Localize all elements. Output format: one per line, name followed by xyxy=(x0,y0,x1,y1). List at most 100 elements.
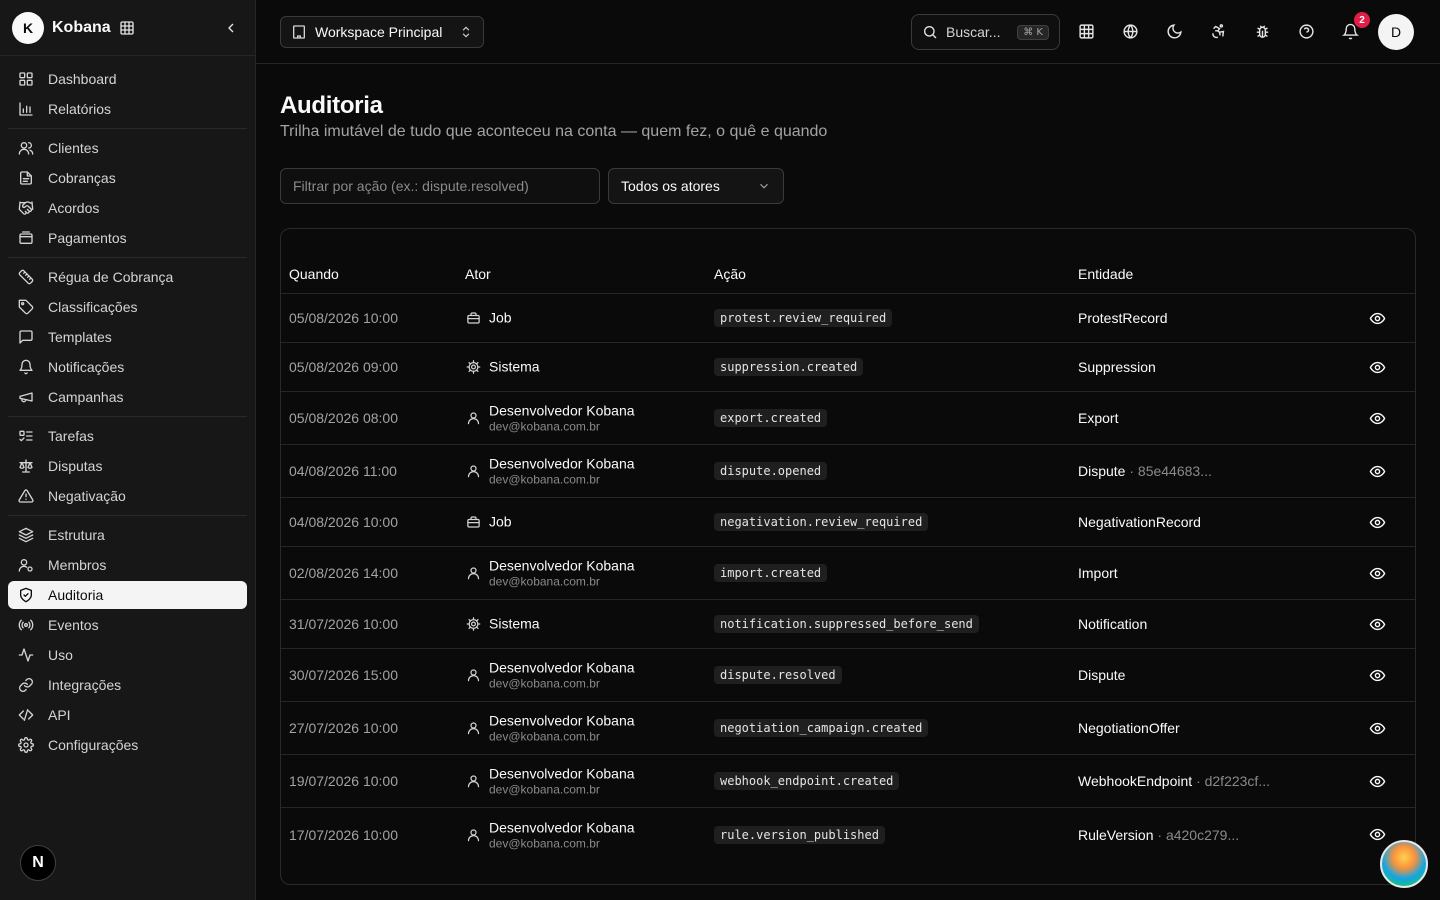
entity-name: WebhookEndpoint xyxy=(1078,773,1193,789)
page-title: Auditoria xyxy=(280,92,383,119)
collapse-sidebar-icon[interactable] xyxy=(219,16,243,40)
actor-email: dev@kobana.com.br xyxy=(489,574,600,589)
sidebar-item-relatorios[interactable]: Relatórios xyxy=(8,95,247,123)
sidebar-item-dashboard[interactable]: Dashboard xyxy=(8,65,247,93)
eye-icon[interactable] xyxy=(1368,666,1386,684)
sidebar-item-disputas[interactable]: Disputas xyxy=(8,452,247,480)
sidebar-item-eventos[interactable]: Eventos xyxy=(8,611,247,639)
table-row[interactable]: 02/08/2026 14:00 Desenvolvedor Kobana dev@… xyxy=(281,547,1415,600)
sidebar-item-configuracoes[interactable]: Configurações xyxy=(8,731,247,759)
actor-name: Job xyxy=(489,513,512,530)
user-avatar[interactable]: D xyxy=(1378,14,1414,50)
globe-icon[interactable] xyxy=(1121,22,1139,40)
sidebar-item-templates[interactable]: Templates xyxy=(8,323,247,351)
table-row[interactable]: 17/07/2026 10:00 Desenvolvedor Kobana dev@… xyxy=(281,808,1415,861)
cell-when: 05/08/2026 09:00 xyxy=(289,359,398,375)
sidebar-item-classificacoes[interactable]: Classificações xyxy=(8,293,247,321)
table-row[interactable]: 05/08/2026 08:00 Desenvolvedor Kobana dev@… xyxy=(281,392,1415,445)
table-row[interactable]: 31/07/2026 10:00 Sistema notification.supp… xyxy=(281,600,1415,649)
actor-email: dev@kobana.com.br xyxy=(489,729,600,744)
sidebar-item-tarefas[interactable]: Tarefas xyxy=(8,422,247,450)
n-badge[interactable]: N xyxy=(20,845,56,881)
eye-icon[interactable] xyxy=(1368,564,1386,582)
cell-when: 04/08/2026 11:00 xyxy=(289,463,397,479)
sidebar-item-integracoes[interactable]: Integrações xyxy=(8,671,247,699)
bar-chart-icon xyxy=(18,101,34,117)
sidebar-item-estrutura[interactable]: Estrutura xyxy=(8,521,247,549)
moon-icon[interactable] xyxy=(1165,22,1183,40)
cell-when: 04/08/2026 10:00 xyxy=(289,514,398,530)
alert-triangle-icon xyxy=(18,488,34,504)
sidebar-item-uso[interactable]: Uso xyxy=(8,641,247,669)
cell-entity: NegotiationOffer xyxy=(1078,720,1180,736)
entity-name: Notification xyxy=(1078,616,1148,632)
eye-icon[interactable] xyxy=(1368,826,1386,844)
cell-action-code: dispute.resolved xyxy=(714,666,842,684)
sidebar-item-auditoria[interactable]: Auditoria xyxy=(8,581,247,609)
actor-filter-select[interactable]: Todos os atores xyxy=(608,168,784,204)
eye-icon[interactable] xyxy=(1368,309,1386,327)
eye-icon[interactable] xyxy=(1368,513,1386,531)
sidebar-item-clientes[interactable]: Clientes xyxy=(8,134,247,162)
cell-when: 02/08/2026 14:00 xyxy=(289,565,398,581)
sidebar-item-negativacao[interactable]: Negativação xyxy=(8,482,247,510)
sidebar-item-notificacoes[interactable]: Notificações xyxy=(8,353,247,381)
actor-email: dev@kobana.com.br xyxy=(489,472,600,487)
cell-entity: Export xyxy=(1078,410,1118,426)
eye-icon[interactable] xyxy=(1368,462,1386,480)
sidebar-item-regua-de-cobranca[interactable]: Régua de Cobrança xyxy=(8,263,247,291)
settings-icon xyxy=(18,737,34,753)
system-icon xyxy=(465,359,481,375)
table-row[interactable]: 05/08/2026 09:00 Sistema suppression.creat… xyxy=(281,343,1415,392)
sidebar-item-cobrancas[interactable]: Cobranças xyxy=(8,164,247,192)
bug-icon[interactable] xyxy=(1253,22,1271,40)
cell-actor: Desenvolvedor Kobana dev@kobana.com.br xyxy=(465,660,635,691)
table-row[interactable]: 27/07/2026 10:00 Desenvolvedor Kobana dev@… xyxy=(281,702,1415,755)
activity-icon xyxy=(18,647,34,663)
sidebar-item-label: Uso xyxy=(48,647,73,663)
actor-name: Desenvolvedor Kobana xyxy=(489,402,635,419)
search-button[interactable]: Buscar... ⌘ K xyxy=(911,14,1060,50)
table-row[interactable]: 19/07/2026 10:00 Desenvolvedor Kobana dev@… xyxy=(281,755,1415,808)
cell-entity: Dispute · 85e44683... xyxy=(1078,463,1212,479)
accessibility-icon[interactable] xyxy=(1209,22,1227,40)
floating-assistant-button[interactable] xyxy=(1380,840,1428,888)
cell-entity: Notification xyxy=(1078,616,1147,632)
tag-icon xyxy=(18,299,34,315)
sidebar-item-pagamentos[interactable]: Pagamentos xyxy=(8,224,247,252)
wallet-icon xyxy=(18,230,34,246)
cell-when: 05/08/2026 10:00 xyxy=(289,310,398,326)
building-icon xyxy=(293,25,305,39)
sidebar-item-api[interactable]: API xyxy=(8,701,247,729)
message-square-icon xyxy=(18,329,34,345)
eye-icon[interactable] xyxy=(1368,772,1386,790)
table-grid-icon[interactable] xyxy=(1077,22,1095,40)
table-row[interactable]: 04/08/2026 10:00 Job negativation.review_r… xyxy=(281,498,1415,547)
cell-when: 27/07/2026 10:00 xyxy=(289,720,398,736)
search-placeholder: Buscar... xyxy=(946,24,1001,40)
eye-icon[interactable] xyxy=(1368,615,1386,633)
cell-actor: Sistema xyxy=(465,359,540,376)
action-filter-input[interactable] xyxy=(280,168,600,204)
sidebar-item-campanhas[interactable]: Campanhas xyxy=(8,383,247,411)
table-row[interactable]: 05/08/2026 10:00 Job protest.review_requir… xyxy=(281,294,1415,343)
help-icon[interactable] xyxy=(1297,22,1315,40)
building-grid-icon[interactable] xyxy=(119,19,137,37)
table-row[interactable]: 04/08/2026 11:00 Desenvolvedor Kobana dev@… xyxy=(281,445,1415,498)
workspace-selector[interactable]: Workspace Principal xyxy=(280,16,484,48)
brand-logo[interactable]: K xyxy=(12,11,44,44)
system-icon xyxy=(465,616,481,632)
eye-icon[interactable] xyxy=(1368,358,1386,376)
cell-action-code: notification.suppressed_before_send xyxy=(714,615,979,633)
sidebar-item-label: Acordos xyxy=(48,200,100,216)
sidebar-item-acordos[interactable]: Acordos xyxy=(8,194,247,222)
user-icon xyxy=(465,565,481,581)
eye-icon[interactable] xyxy=(1368,719,1386,737)
eye-icon[interactable] xyxy=(1368,409,1386,427)
nav-group: Régua de Cobrança Classificações Templates… xyxy=(8,258,247,417)
entity-id: · 85e44683... xyxy=(1129,463,1212,479)
column-header-when: Quando xyxy=(289,266,339,282)
table-row[interactable]: 30/07/2026 15:00 Desenvolvedor Kobana dev@… xyxy=(281,649,1415,702)
sidebar-item-membros[interactable]: Membros xyxy=(8,551,247,579)
job-icon xyxy=(465,514,481,530)
